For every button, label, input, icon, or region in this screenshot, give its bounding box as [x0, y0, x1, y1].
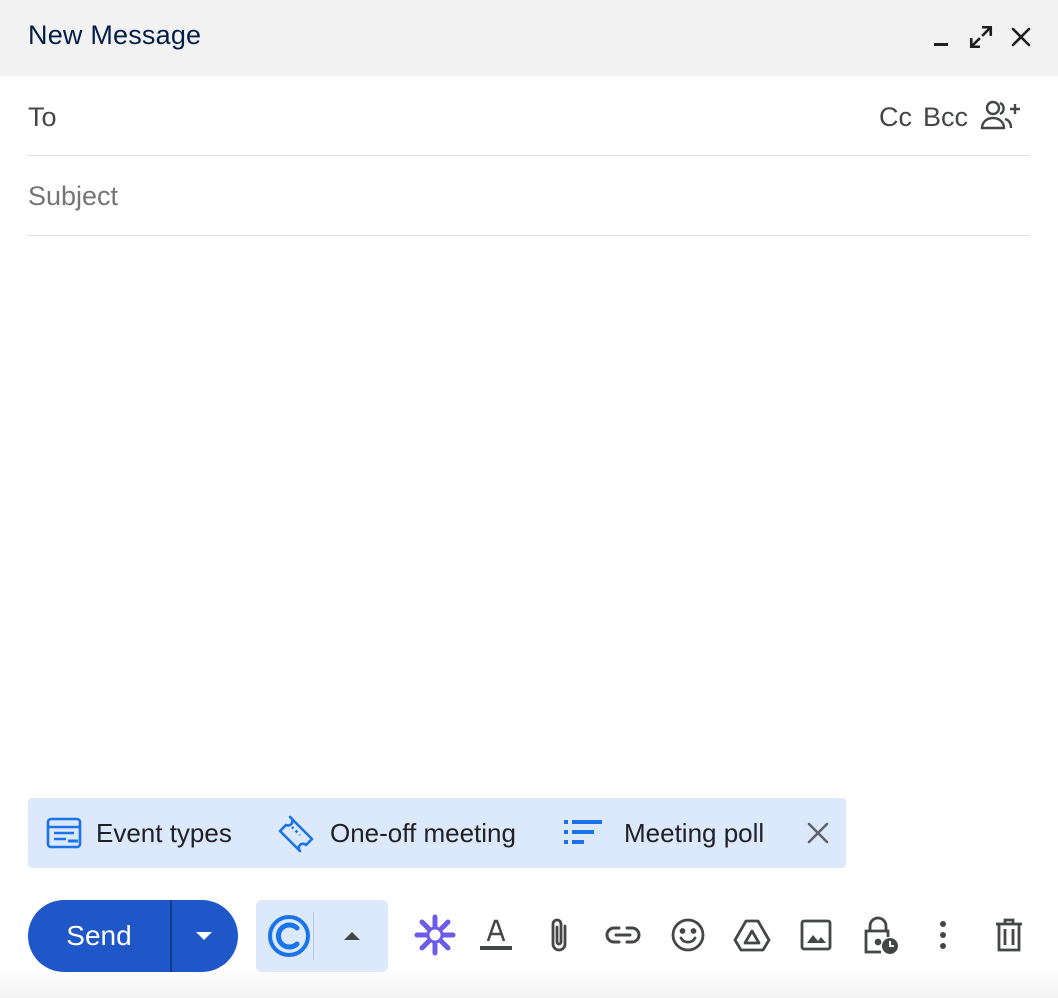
calendly-bar: Event types One-off meeting Meeting poll: [28, 798, 846, 868]
emoji-button[interactable]: [665, 912, 711, 958]
send-options-button[interactable]: [172, 900, 236, 972]
minimize-button[interactable]: [926, 22, 956, 52]
meeting-poll-label: Meeting poll: [624, 817, 765, 848]
one-off-meeting-button[interactable]: One-off meeting: [276, 798, 516, 868]
insert-link-button[interactable]: [600, 912, 646, 958]
confidential-mode-button[interactable]: [857, 912, 903, 958]
trash-icon: [996, 918, 1022, 952]
drive-button[interactable]: [729, 912, 775, 958]
caret-down-icon: [196, 932, 212, 940]
ai-spark-icon: [414, 914, 456, 956]
more-options-icon: [940, 921, 946, 949]
text-format-icon: [480, 919, 512, 950]
calendly-divider: [313, 912, 314, 960]
close-button[interactable]: [1006, 22, 1036, 52]
more-options-button[interactable]: [920, 912, 966, 958]
ai-spark-button[interactable]: [412, 912, 458, 958]
people-add-icon: [980, 100, 1020, 130]
message-body[interactable]: [28, 250, 1030, 780]
compose-title: New Message: [28, 20, 202, 50]
to-label: To: [28, 102, 57, 132]
fullscreen-button[interactable]: [966, 22, 996, 52]
calendly-toolbar-group: [256, 900, 388, 972]
link-icon: [605, 926, 641, 944]
bottom-fade: [0, 968, 1058, 998]
ticket-icon: [278, 815, 314, 853]
expand-icon: [969, 25, 993, 49]
send-button-group: Send: [28, 900, 238, 972]
poll-list-icon: [564, 820, 602, 844]
compose-header: New Message: [0, 0, 1058, 76]
to-input[interactable]: [88, 96, 868, 136]
formatting-button[interactable]: [473, 912, 519, 958]
one-off-meeting-label: One-off meeting: [330, 817, 516, 848]
insert-photo-button[interactable]: [793, 912, 839, 958]
caret-up-icon: [344, 932, 360, 940]
close-icon: [1011, 27, 1031, 47]
send-button[interactable]: Send: [28, 900, 172, 972]
discard-draft-button[interactable]: [986, 912, 1032, 958]
calendly-logo-icon: [268, 915, 310, 957]
subject-input[interactable]: [28, 176, 1028, 216]
confidential-lock-icon: [864, 916, 898, 954]
event-types-button[interactable]: Event types: [46, 798, 232, 868]
add-recipients-button[interactable]: [980, 98, 1022, 132]
minimize-icon: [934, 43, 948, 46]
meeting-poll-button[interactable]: Meeting poll: [564, 798, 764, 868]
event-types-icon: [46, 817, 82, 849]
close-icon: [807, 822, 829, 844]
drive-icon: [733, 919, 771, 952]
attach-icon: [551, 918, 567, 952]
event-types-label: Event types: [96, 817, 232, 848]
to-row: To Cc Bcc: [28, 76, 1030, 156]
calendly-button[interactable]: [262, 910, 316, 962]
calendly-bar-close-button[interactable]: [804, 819, 832, 847]
cc-link[interactable]: Cc: [879, 102, 912, 133]
image-icon: [800, 919, 832, 951]
calendly-toggle-button[interactable]: [324, 914, 380, 958]
emoji-icon: [671, 918, 705, 952]
bcc-link[interactable]: Bcc: [923, 102, 968, 133]
attach-button[interactable]: [536, 912, 582, 958]
subject-row: [28, 156, 1030, 236]
